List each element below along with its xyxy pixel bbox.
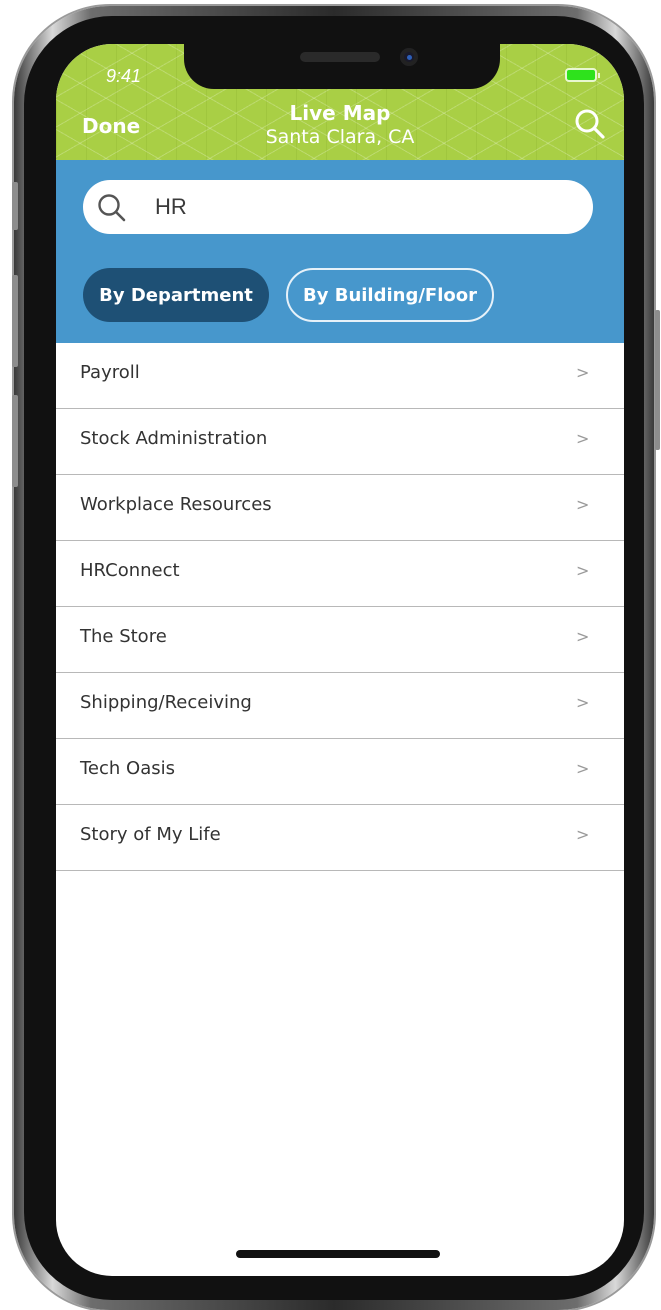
chevron-right-icon: > bbox=[576, 429, 590, 448]
location-subtitle: Santa Clara, CA bbox=[265, 126, 415, 148]
done-button[interactable]: Done bbox=[82, 114, 140, 138]
chevron-right-icon: > bbox=[576, 759, 590, 778]
tab-by-department[interactable]: By Department bbox=[83, 268, 269, 322]
list-item-the-store[interactable]: The Store > bbox=[56, 607, 624, 673]
search-panel: By Department By Building/Floor bbox=[56, 160, 624, 343]
home-indicator[interactable] bbox=[236, 1250, 440, 1258]
phone-screen: 9:41 Done Live Map Santa Clara, CA By De… bbox=[56, 44, 624, 1276]
list-item-label: Workplace Resources bbox=[80, 494, 272, 515]
list-item-tech-oasis[interactable]: Tech Oasis > bbox=[56, 739, 624, 805]
list-item-label: Stock Administration bbox=[80, 428, 268, 449]
list-item-label: Tech Oasis bbox=[80, 758, 175, 779]
silent-switch bbox=[12, 182, 18, 230]
volume-up-button bbox=[12, 275, 18, 367]
search-box[interactable] bbox=[83, 180, 593, 234]
search-icon[interactable] bbox=[574, 108, 606, 140]
list-item-stock-administration[interactable]: Stock Administration > bbox=[56, 409, 624, 475]
search-input[interactable] bbox=[155, 190, 575, 224]
list-item-payroll[interactable]: Payroll > bbox=[56, 343, 624, 409]
list-item-story-of-my-life[interactable]: Story of My Life > bbox=[56, 805, 624, 871]
list-item-label: Payroll bbox=[80, 362, 140, 383]
power-button bbox=[655, 310, 660, 450]
list-item-label: HRConnect bbox=[80, 560, 180, 581]
list-item-label: Story of My Life bbox=[80, 824, 221, 845]
list-item-label: The Store bbox=[80, 626, 167, 647]
list-item-workplace-resources[interactable]: Workplace Resources > bbox=[56, 475, 624, 541]
chevron-right-icon: > bbox=[576, 825, 590, 844]
chevron-right-icon: > bbox=[576, 561, 590, 580]
search-icon bbox=[98, 194, 126, 222]
notch bbox=[184, 44, 500, 89]
speaker-grille bbox=[300, 52, 380, 62]
chevron-right-icon: > bbox=[576, 693, 590, 712]
battery-icon bbox=[565, 68, 600, 82]
camera-lens bbox=[407, 55, 412, 60]
tab-by-building-floor[interactable]: By Building/Floor bbox=[286, 268, 494, 322]
chevron-right-icon: > bbox=[576, 363, 590, 382]
page-title: Live Map bbox=[289, 101, 391, 125]
list-item-label: Shipping/Receiving bbox=[80, 692, 252, 713]
chevron-right-icon: > bbox=[576, 495, 590, 514]
list-item-hrconnect[interactable]: HRConnect > bbox=[56, 541, 624, 607]
department-list: Payroll > Stock Administration > Workpla… bbox=[56, 343, 624, 871]
status-time: 9:41 bbox=[106, 66, 142, 86]
list-item-shipping-receiving[interactable]: Shipping/Receiving > bbox=[56, 673, 624, 739]
volume-down-button bbox=[12, 395, 18, 487]
chevron-right-icon: > bbox=[576, 627, 590, 646]
